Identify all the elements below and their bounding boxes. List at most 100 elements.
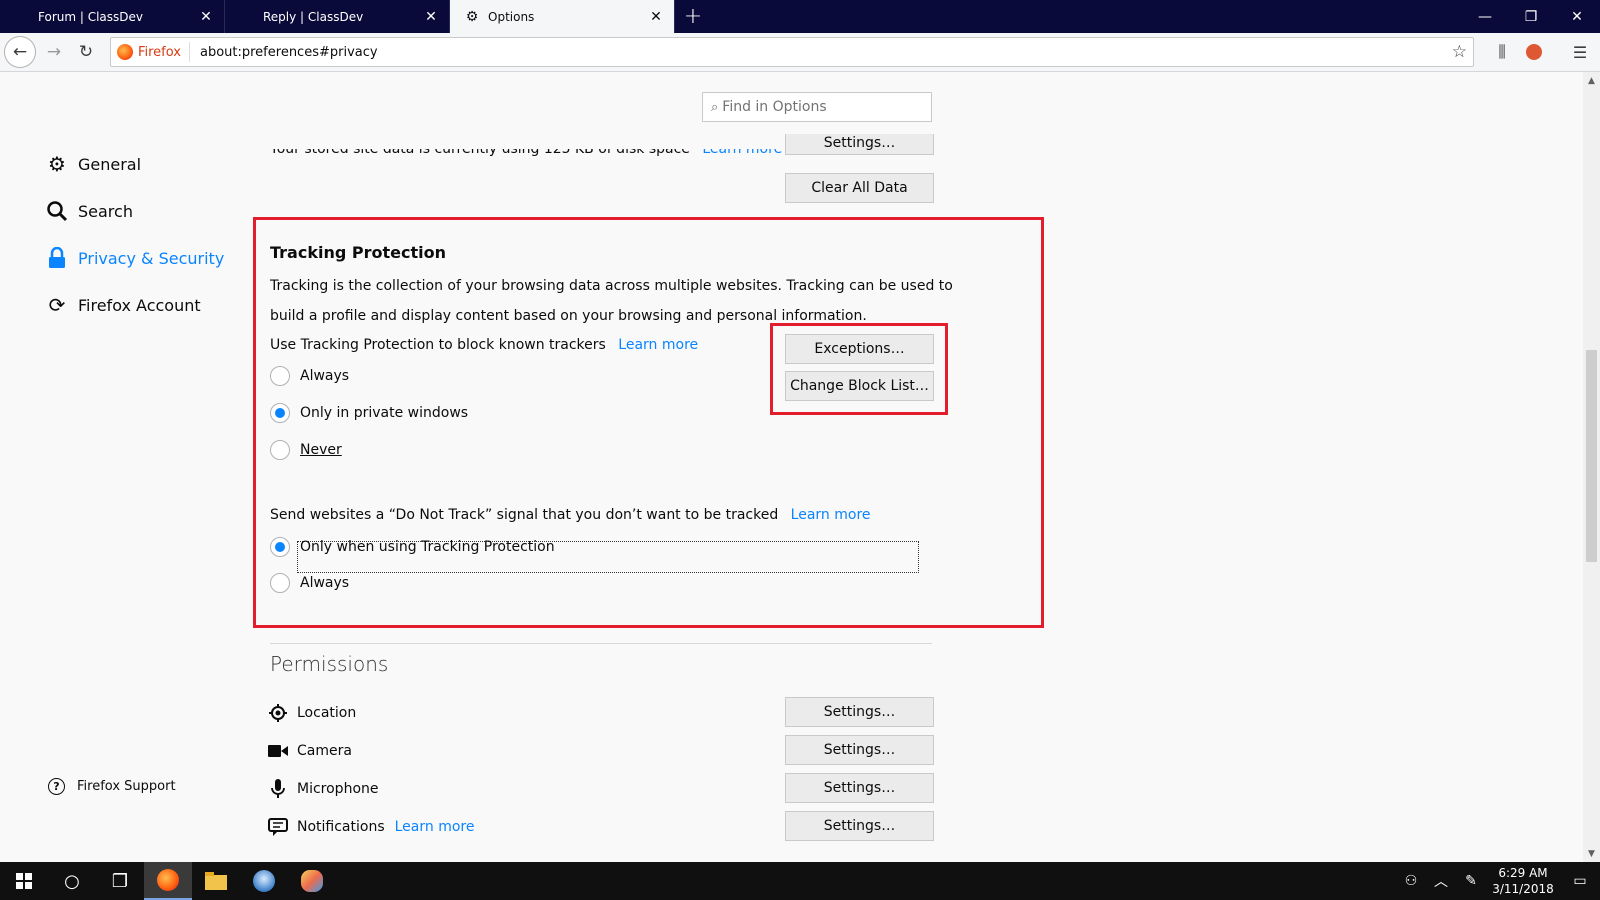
site-data-learn-more-link[interactable]: Learn more: [702, 149, 782, 157]
permission-label: Location: [297, 705, 357, 721]
action-center-icon[interactable]: ▭: [1560, 873, 1600, 889]
find-in-options-field[interactable]: ⌕ Find in Options: [702, 92, 932, 122]
toolbar-right: ⫼ ☰: [1486, 36, 1596, 68]
sync-icon: ⟳: [48, 293, 66, 317]
clock-time: 6:29 AM: [1498, 866, 1548, 880]
permissions-title: Permissions: [270, 652, 389, 676]
chevron-up-icon[interactable]: ︿: [1426, 871, 1456, 891]
library-icon[interactable]: ⫼: [1486, 36, 1518, 68]
forward-arrow-icon[interactable]: →: [38, 36, 70, 68]
camera-icon: [268, 741, 288, 761]
clock[interactable]: 6:29 AM 3/11/2018: [1486, 865, 1560, 897]
file-explorer-icon[interactable]: [192, 862, 240, 900]
nav-bar: ← → ↻ Firefox about:preferences#privacy …: [0, 33, 1600, 72]
permission-row-camera: Camera: [268, 741, 352, 761]
pen-icon[interactable]: ✎: [1456, 873, 1486, 889]
new-tab-button[interactable]: +: [675, 0, 711, 33]
sidebar-item-general[interactable]: ⚙ General: [44, 149, 141, 179]
tab-reply[interactable]: Reply | ClassDev ✕: [225, 0, 450, 33]
reload-icon[interactable]: ↻: [70, 36, 102, 68]
find-placeholder: Find in Options: [722, 99, 827, 115]
button-label: Settings…: [823, 742, 896, 758]
gear-icon: ⚙: [465, 8, 479, 25]
sidebar-item-firefox-account[interactable]: ⟳ Firefox Account: [44, 290, 201, 320]
preferences-content: ⌕ Find in Options ⚙ General Search Priva…: [0, 72, 1600, 862]
paint-icon[interactable]: [288, 862, 336, 900]
tracking-highlight-box: [253, 217, 1044, 628]
bookmark-star-icon[interactable]: ☆: [1452, 42, 1467, 62]
permission-row-notifications: Notifications Learn more: [268, 817, 474, 837]
clear-all-data-button[interactable]: Clear All Data: [785, 173, 934, 203]
button-label: Settings…: [823, 704, 896, 720]
tab-strip: Forum | ClassDev ✕ Reply | ClassDev ✕ ⚙ …: [0, 0, 1600, 33]
close-icon[interactable]: ✕: [648, 9, 664, 25]
classdev-icon: [14, 9, 30, 25]
back-arrow-icon[interactable]: ←: [4, 36, 36, 68]
site-data-text: Your stored site data is currently using…: [270, 141, 782, 157]
firefox-support-link[interactable]: ? Firefox Support: [48, 778, 176, 795]
scroll-down-icon[interactable]: ▼: [1583, 845, 1600, 862]
sidebar-item-label: General: [78, 154, 142, 174]
identity-box[interactable]: Firefox: [116, 42, 190, 62]
windows-start-icon[interactable]: [0, 862, 48, 900]
buttons-highlight-box: [770, 323, 948, 415]
system-tray: ⚇ ︿ ✎ 6:29 AM 3/11/2018 ▭: [1396, 862, 1600, 900]
site-data-settings-button[interactable]: Settings…: [785, 134, 934, 155]
windows-taskbar: ○ ❐ ⚇ ︿ ✎ 6:29 AM 3/11/2018 ▭: [0, 862, 1600, 900]
lock-icon: [44, 245, 70, 271]
firefox-taskbar-icon[interactable]: [144, 862, 192, 900]
permission-row-microphone: Microphone: [268, 779, 379, 799]
tab-title: Forum | ClassDev: [38, 9, 144, 24]
permission-row-location: Location: [268, 703, 356, 723]
tab-forum[interactable]: Forum | ClassDev ✕: [0, 0, 225, 33]
restore-icon[interactable]: ❐: [1508, 0, 1554, 33]
window-controls: — ❐ ✕: [1462, 0, 1600, 33]
close-icon[interactable]: ✕: [198, 9, 214, 25]
button-label: Settings…: [823, 818, 896, 834]
menu-icon[interactable]: ☰: [1564, 36, 1596, 68]
duckduckgo-icon[interactable]: [1518, 36, 1550, 68]
close-window-icon[interactable]: ✕: [1554, 0, 1600, 33]
button-label: Settings…: [823, 780, 896, 796]
site-data-usage: Your stored site data is currently using…: [270, 141, 690, 157]
button-label: Clear All Data: [811, 180, 908, 196]
scroll-up-icon[interactable]: ▲: [1583, 72, 1600, 89]
location-settings-button[interactable]: Settings…: [785, 697, 934, 727]
notifications-settings-button[interactable]: Settings…: [785, 811, 934, 841]
page-scrollbar[interactable]: ▲ ▼: [1583, 72, 1600, 862]
support-label: Firefox Support: [77, 779, 176, 794]
permission-label: Microphone: [297, 781, 379, 797]
location-icon: [268, 703, 288, 723]
close-icon[interactable]: ✕: [423, 9, 439, 25]
camera-settings-button[interactable]: Settings…: [785, 735, 934, 765]
microphone-settings-button[interactable]: Settings…: [785, 773, 934, 803]
notifications-learn-more-link[interactable]: Learn more: [395, 819, 475, 835]
permission-label: Notifications: [297, 819, 385, 835]
tab-title: Options: [488, 9, 535, 24]
clock-date: 3/11/2018: [1492, 882, 1554, 896]
microphone-icon: [268, 779, 288, 799]
thunderbird-icon[interactable]: [240, 862, 288, 900]
people-icon[interactable]: ⚇: [1396, 873, 1426, 889]
permission-label: Camera: [297, 743, 352, 759]
tab-title: Reply | ClassDev: [263, 9, 364, 24]
sidebar-item-label: Search: [78, 201, 133, 221]
firefox-icon: [116, 44, 133, 60]
tab-options[interactable]: ⚙ Options ✕: [450, 0, 675, 33]
search-icon: [44, 198, 70, 224]
sidebar-item-privacy[interactable]: Privacy & Security: [44, 243, 224, 273]
cortana-search-icon[interactable]: ○: [48, 862, 96, 900]
task-view-icon[interactable]: ❐: [96, 862, 144, 900]
scroll-thumb[interactable]: [1586, 350, 1597, 562]
notification-icon: [268, 817, 288, 837]
sidebar-item-search[interactable]: Search: [44, 196, 133, 226]
minimize-icon[interactable]: —: [1462, 0, 1508, 33]
url-text[interactable]: about:preferences#privacy: [200, 45, 1452, 60]
button-label: Settings…: [823, 135, 896, 151]
section-divider: [270, 643, 932, 644]
search-icon: ⌕: [711, 99, 719, 115]
gear-icon: ⚙: [48, 152, 66, 176]
sidebar-item-label: Firefox Account: [78, 295, 201, 315]
url-bar[interactable]: Firefox about:preferences#privacy ☆: [109, 37, 1475, 67]
classdev-icon: [239, 9, 255, 25]
